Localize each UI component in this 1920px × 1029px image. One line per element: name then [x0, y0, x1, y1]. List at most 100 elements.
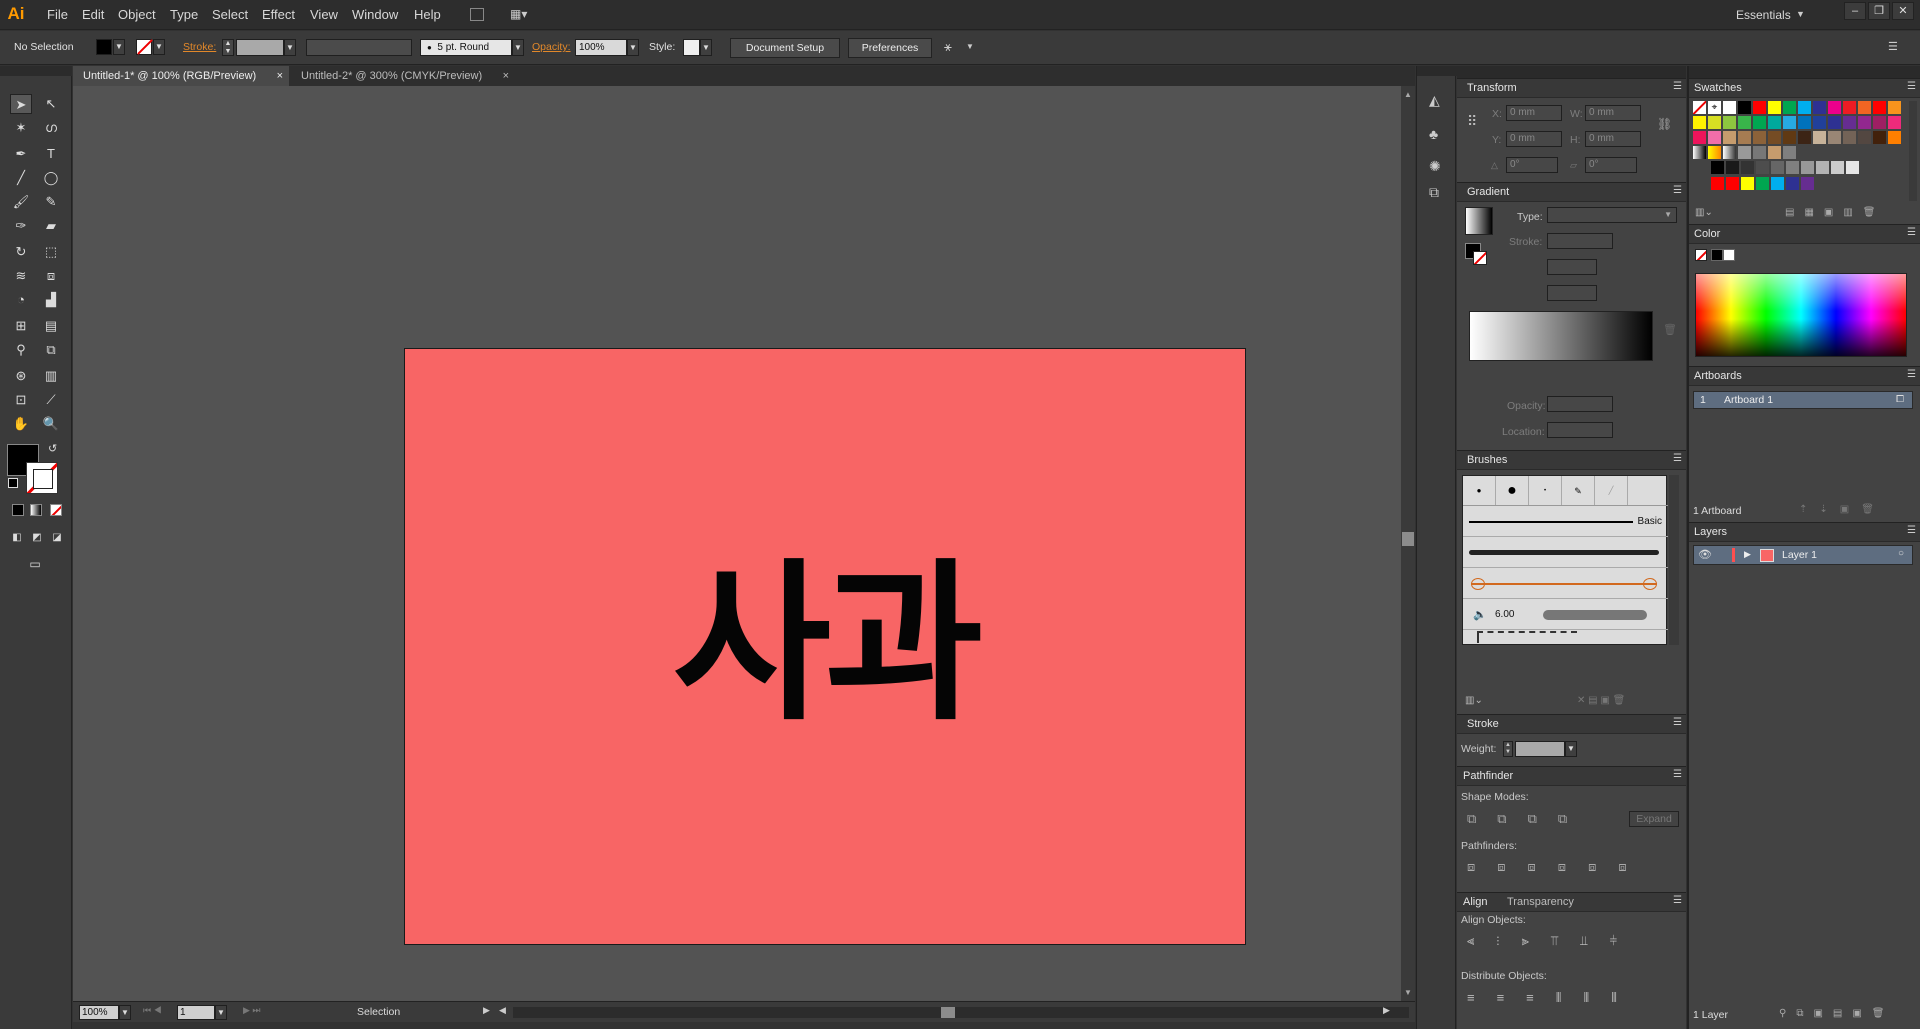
swatch-libraries-icon[interactable]: ▥⌄ [1695, 207, 1713, 218]
gradient-stroke-icon[interactable] [1473, 251, 1487, 265]
swatch-chip[interactable] [1828, 131, 1841, 144]
stroke-dropdown[interactable]: ▼ [153, 39, 165, 55]
gradient-stroke-options[interactable] [1547, 233, 1613, 249]
weight-input[interactable] [1515, 741, 1565, 757]
brush-item[interactable]: ╱ [1595, 476, 1628, 505]
shape-builder-tool-icon[interactable]: ◔ [10, 290, 32, 310]
menu-file[interactable]: File [47, 0, 68, 30]
color-black-chip[interactable] [1711, 249, 1723, 261]
menu-select[interactable]: Select [212, 0, 248, 30]
swatch-chip[interactable] [1768, 101, 1781, 114]
height-input[interactable]: 0 mm [1585, 131, 1641, 147]
tab-align[interactable]: Align [1463, 896, 1487, 908]
perspective-grid-tool-icon[interactable]: ▟ [40, 290, 62, 310]
scroll-thumb[interactable] [1402, 532, 1414, 546]
stroke-stepper[interactable]: ▲ ▼ [222, 39, 234, 56]
swatch-chip[interactable] [1786, 177, 1799, 190]
swatch-grid[interactable]: ⌖ [1693, 101, 1907, 213]
swatch-chip[interactable] [1738, 131, 1751, 144]
swatch-chip[interactable] [1723, 131, 1736, 144]
pencil-tool-icon[interactable]: ✎ [40, 192, 62, 212]
chevron-down-icon[interactable]: ▼ [1796, 9, 1805, 19]
line-tool-icon[interactable]: ╱ [10, 168, 32, 188]
default-colors-icon[interactable] [8, 478, 18, 488]
swatch-chip[interactable] [1693, 146, 1706, 159]
symbols-icon[interactable]: ♣ [1429, 126, 1438, 142]
scroll-left-icon[interactable]: ◀ [499, 1005, 506, 1016]
chevron-down-icon[interactable]: ▼ [966, 42, 974, 51]
panel-menu-icon[interactable]: ☰ [1907, 525, 1916, 536]
tab-untitled-2[interactable]: Untitled-2* @ 300% (CMYK/Preview) × [291, 66, 515, 86]
brush-list[interactable]: ● ● • ✎ ╱ Basic 🔈 6.00 [1462, 475, 1668, 645]
swatch-chip[interactable] [1873, 116, 1886, 129]
panel-menu-icon[interactable]: ☰ [1907, 369, 1916, 380]
swatch-chip[interactable] [1753, 101, 1766, 114]
color-none-icon[interactable] [1695, 249, 1707, 261]
swatch-chip[interactable] [1693, 116, 1706, 129]
brush-item-charcoal[interactable] [1463, 538, 1668, 568]
magic-wand-tool-icon[interactable]: ✶ [10, 118, 32, 138]
zoom-tool-icon[interactable]: 🔍 [40, 414, 62, 434]
panel-menu-icon[interactable]: ☰ [1907, 227, 1916, 238]
swatch-chip[interactable] [1813, 101, 1826, 114]
swatch-chip[interactable] [1741, 161, 1754, 174]
pen-tool-icon[interactable]: ✒ [10, 144, 32, 164]
brush-item[interactable]: • [1529, 476, 1562, 505]
gradient-location-input[interactable] [1547, 422, 1613, 438]
swatch-chip[interactable] [1738, 146, 1751, 159]
swatch-chip[interactable] [1753, 131, 1766, 144]
remove-stroke-icon[interactable]: ✕ ▤ ▣ 🗑 [1577, 695, 1625, 706]
direct-selection-tool-icon[interactable]: ↖ [40, 94, 62, 114]
swatch-chip[interactable] [1693, 101, 1706, 114]
expand-triangle-icon[interactable]: ▶ [1744, 549, 1751, 560]
opacity-dropdown[interactable]: ▼ [627, 39, 639, 56]
swatch-chip[interactable] [1726, 161, 1739, 174]
menu-window[interactable]: Window [352, 0, 398, 30]
menu-effect[interactable]: Effect [262, 0, 295, 30]
gradient-angle-input[interactable] [1547, 259, 1597, 275]
layer-actions[interactable]: ⚲⧉▣▤▣🗑 [1779, 1008, 1895, 1019]
scroll-thumb[interactable] [941, 1007, 955, 1018]
hand-tool-icon[interactable]: ✋ [10, 414, 32, 434]
variable-width-profile[interactable] [306, 39, 412, 56]
slice-tool-icon[interactable]: ⟋ [40, 390, 62, 410]
artboard-options-icon[interactable]: ⧠ [1896, 394, 1904, 405]
swatch-chip[interactable] [1828, 116, 1841, 129]
swatch-chip[interactable]: ⌖ [1708, 101, 1721, 114]
gradient-mode-icon[interactable] [30, 504, 42, 516]
blend-tool-icon[interactable]: ⧉ [40, 340, 62, 360]
swatch-chip[interactable] [1753, 146, 1766, 159]
swatch-chip[interactable] [1723, 116, 1736, 129]
artboard[interactable]: 사과 [404, 348, 1246, 945]
weight-stepper[interactable]: ▲ ▼ [1503, 741, 1513, 757]
swap-fill-stroke-icon[interactable]: ↺ [48, 442, 57, 455]
rotate-tool-icon[interactable]: ↻ [10, 242, 32, 262]
rotate-input[interactable]: 0° [1506, 157, 1558, 173]
gradient-slider[interactable] [1469, 311, 1653, 361]
close-icon[interactable]: × [503, 66, 509, 86]
x-input[interactable]: 0 mm [1506, 105, 1562, 121]
asset-export-icon[interactable]: ⧉ [1429, 184, 1439, 201]
swatch-chip[interactable] [1783, 146, 1796, 159]
color-mode-icon[interactable] [12, 504, 24, 516]
zoom-field[interactable]: 100% [79, 1005, 119, 1020]
swatch-chip[interactable] [1693, 131, 1706, 144]
draw-normal-icon[interactable]: ◧ [6, 528, 28, 548]
close-icon[interactable]: × [277, 66, 283, 86]
document-setup-button[interactable]: Document Setup [730, 38, 840, 58]
type-tool-icon[interactable]: T [40, 144, 62, 164]
swatch-chip[interactable] [1831, 161, 1844, 174]
menu-edit[interactable]: Edit [82, 0, 104, 30]
eyedropper-tool-icon[interactable]: ⚲ [10, 340, 32, 360]
tab-transparency[interactable]: Transparency [1507, 896, 1574, 908]
swatch-chip[interactable] [1858, 116, 1871, 129]
distribute-buttons[interactable]: ≡≡≡⦀⦀⦀ [1467, 990, 1639, 1006]
swatch-chip[interactable] [1813, 131, 1826, 144]
swatch-chip[interactable] [1771, 177, 1784, 190]
fill-swatch[interactable] [96, 39, 112, 55]
next-artboard-icon[interactable]: ▶ ⏭ [243, 1005, 261, 1016]
swatch-actions[interactable]: ▤▦▣▥🗑 [1785, 207, 1886, 218]
scroll-up-icon[interactable]: ▲ [1404, 90, 1412, 99]
swatch-chip[interactable] [1741, 177, 1754, 190]
swatch-chip[interactable] [1873, 131, 1886, 144]
